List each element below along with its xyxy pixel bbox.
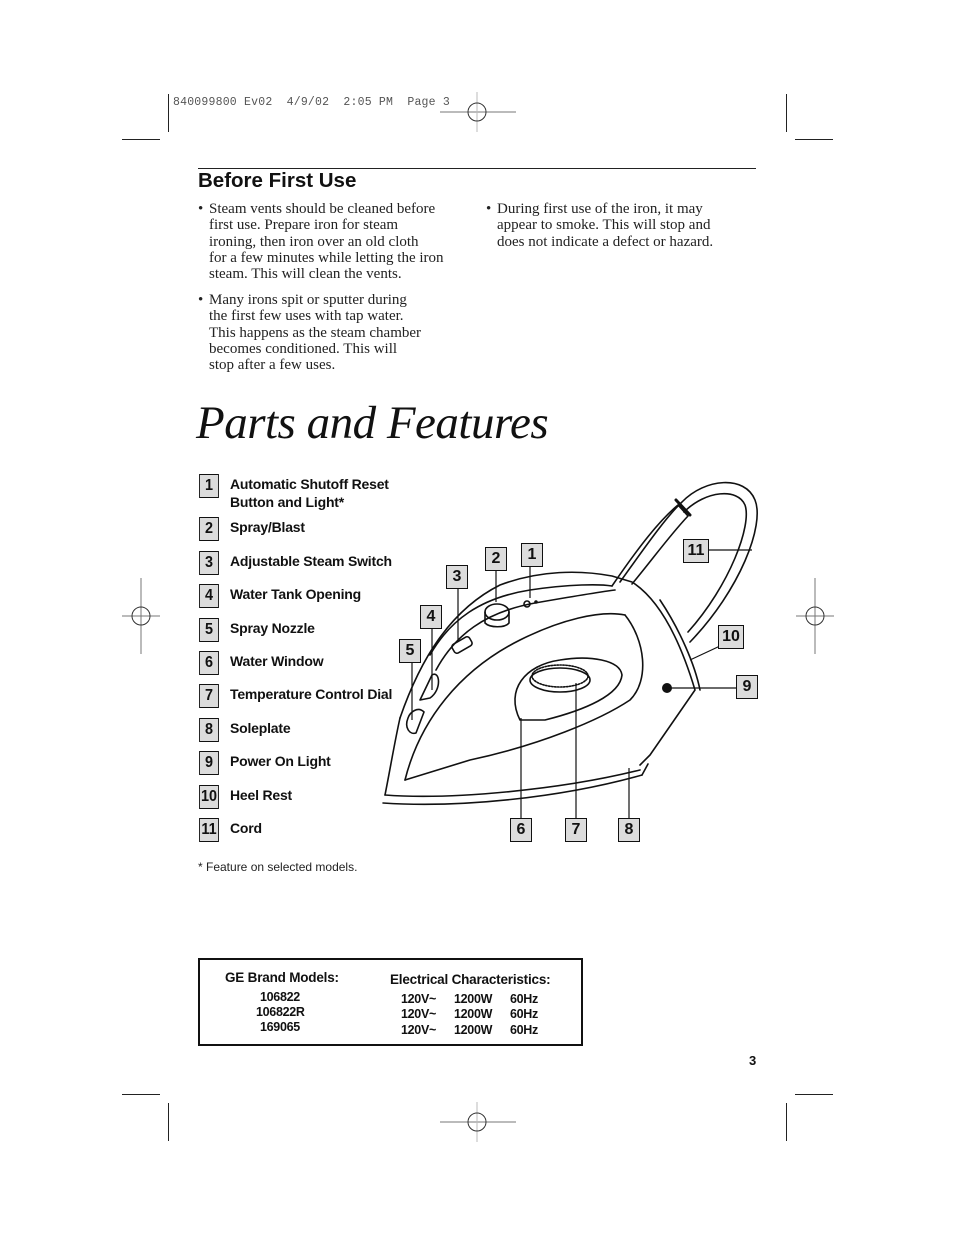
bullet-item: • During first use of the iron, it may a… [486,201,766,250]
diagram-callout-6: 6 [510,818,532,842]
bullet-marker: • [198,292,204,308]
diagram-callout-8: 8 [618,818,640,842]
print-slug: 840099800 Ev02 4/9/02 2:05 PM Page 3 [173,96,450,109]
footnote: * Feature on selected models. [198,860,358,874]
bullet-text: Many irons spit or sputter during the fi… [209,292,422,374]
part-label: Water Window [230,653,324,669]
spec-table: GE Brand Models: 106822 106822R 169065 E… [198,958,583,1046]
page-number: 3 [749,1053,757,1068]
part-item: 4 Water Tank Opening [198,584,361,608]
temperature-dial [529,667,591,693]
diagram-callout-7: 7 [565,818,587,842]
part-label: Temperature Control Dial [230,686,393,702]
part-label: Power On Light [230,753,331,769]
part-item: 10 Heel Rest [198,785,292,809]
part-number-badge: 5 [199,618,219,642]
diagram-callout-11: 11 [683,539,709,563]
part-item: 3 Adjustable Steam Switch [198,551,392,575]
bullet-marker: • [198,201,204,217]
diagram-callout-10: 10 [718,625,744,649]
part-label: Heel Rest [230,787,293,803]
part-label: Soleplate [230,720,291,736]
part-label: Adjustable Steam Switch [230,553,392,569]
part-label: Cord [230,820,262,836]
part-label: Water Tank Opening [230,586,361,602]
part-number-badge: 4 [199,584,219,608]
crop-mark [122,1094,160,1095]
page-title: Parts and Features [196,397,549,449]
model-number: 169065 [260,1020,300,1034]
part-label: Spray/Blast [230,519,305,535]
frequency: 60Hz [510,992,538,1006]
part-number-badge: 7 [199,684,219,708]
part-item: 7 Temperature Control Dial [198,684,392,708]
heel-rest [659,599,701,691]
electrical-heading: Electrical Characteristics: [390,972,551,987]
part-number-badge: 9 [199,751,219,775]
part-item: 5 Spray Nozzle [198,618,315,642]
part-label: Automatic Shutoff Reset Button and Light… [230,476,389,510]
iron-nose [384,717,401,796]
part-number-badge: 2 [199,517,219,541]
part-label: Spray Nozzle [230,620,315,636]
bullet-text: During first use of the iron, it may app… [497,201,714,250]
wattage: 1200W [454,1023,493,1037]
registration-mark-bottom [440,1102,516,1142]
crop-mark [168,1103,169,1141]
part-item: 2 Spray/Blast [198,517,305,541]
water-window [514,657,623,721]
part-number-badge: 1 [199,474,219,498]
diagram-callout-9: 9 [736,675,758,699]
bullet-item: • Steam vents should be cleaned before f… [198,201,478,282]
frequency: 60Hz [510,1023,538,1037]
diagram-callout-1: 1 [521,543,543,567]
wattage: 1200W [454,992,493,1006]
voltage: 120V~ [401,1023,436,1037]
spray-nozzle [405,708,425,735]
part-item: 1 Automatic Shutoff Reset Button and Lig… [198,474,389,511]
part-item: 9 Power On Light [198,751,331,775]
section-heading: Before First Use [198,169,357,192]
registration-mark-left [122,578,160,654]
bullet-item: • Many irons spit or sputter during the … [198,292,478,373]
diagram-callout-2: 2 [485,547,507,571]
crop-mark [122,139,160,140]
handle-outline [611,504,689,587]
model-number: 106822R [256,1005,305,1019]
models-heading: GE Brand Models: [225,970,339,985]
crop-mark [786,94,787,132]
crop-mark [168,94,169,132]
registration-mark-top [440,92,516,132]
voltage: 120V~ [401,992,436,1006]
frequency: 60Hz [510,1007,538,1021]
part-number-badge: 11 [199,818,219,842]
model-number: 106822 [260,990,300,1004]
diagram-callout-5: 5 [399,639,421,663]
water-tank-opening [419,673,440,701]
part-number-badge: 10 [199,785,219,809]
part-item: 11 Cord [198,818,262,842]
part-number-badge: 3 [199,551,219,575]
part-item: 6 Water Window [198,651,324,675]
crop-mark [795,139,833,140]
wattage: 1200W [454,1007,493,1021]
part-number-badge: 6 [199,651,219,675]
bullet-marker: • [486,201,492,217]
iron-diagram [382,481,758,818]
voltage: 120V~ [401,1007,436,1021]
crop-mark [795,1094,833,1095]
registration-mark-right [796,578,834,654]
diagram-callout-4: 4 [420,605,442,629]
spray-blast-button [484,603,510,621]
part-number-badge: 8 [199,718,219,742]
crop-mark [786,1103,787,1141]
part-item: 8 Soleplate [198,718,291,742]
bullet-text: Steam vents should be cleaned before fir… [209,201,444,283]
diagram-callout-3: 3 [446,565,468,589]
